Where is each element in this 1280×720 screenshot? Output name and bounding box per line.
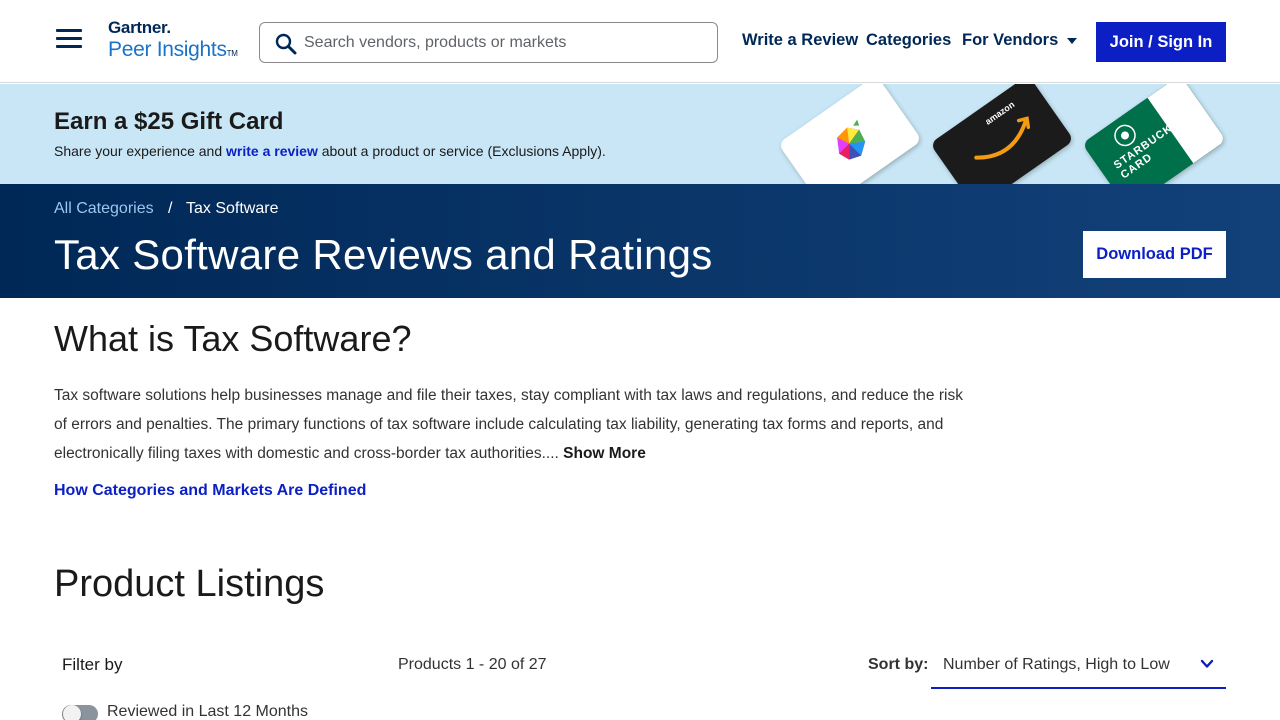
search-icon	[275, 33, 297, 55]
what-is-heading: What is Tax Software?	[54, 318, 412, 359]
apple-gift-card	[777, 84, 923, 184]
menu-icon[interactable]	[56, 29, 82, 49]
product-listings-heading: Product Listings	[54, 563, 325, 605]
starbucks-gift-card: STARBUCKS CARD	[1081, 84, 1227, 184]
promo-text: Share your experience and write a review…	[54, 143, 606, 159]
category-description: Tax software solutions help businesses m…	[54, 381, 974, 468]
toggle-knob	[63, 705, 81, 720]
filter-by-label: Filter by	[62, 655, 123, 674]
nav-write-a-review[interactable]: Write a Review	[742, 31, 858, 50]
category-header: All Categories / Tax Software Tax Softwa…	[0, 184, 1280, 298]
join-sign-in-button[interactable]: Join / Sign In	[1096, 22, 1226, 62]
write-review-link[interactable]: write a review	[226, 143, 318, 159]
promo-text-before: Share your experience and	[54, 143, 226, 159]
product-count: Products 1 - 20 of 27	[398, 656, 547, 673]
gartner-peer-insights-logo[interactable]: Gartner. Peer InsightsTM	[108, 18, 238, 66]
nav-for-vendors[interactable]: For Vendors	[962, 31, 1078, 50]
search-input[interactable]	[304, 31, 704, 55]
amazon-gift-card: amazon	[929, 84, 1075, 184]
breadcrumb-all-categories[interactable]: All Categories	[54, 200, 154, 218]
site-header: Gartner. Peer InsightsTM Write a Review …	[0, 0, 1280, 83]
breadcrumb-separator: /	[168, 200, 173, 217]
page-title: Tax Software Reviews and Ratings	[54, 231, 713, 278]
search-box[interactable]	[259, 22, 718, 63]
how-categories-defined-link[interactable]: How Categories and Markets Are Defined	[54, 482, 366, 500]
promo-title: Earn a $25 Gift Card	[54, 108, 284, 135]
starbucks-logo-icon	[1114, 124, 1136, 147]
reviewed-last-12-months-label: Reviewed in Last 12 Months	[107, 703, 308, 720]
sort-value: Number of Ratings, High to Low	[943, 656, 1170, 673]
sort-dropdown[interactable]: Number of Ratings, High to Low	[931, 643, 1226, 689]
nav-for-vendors-label: For Vendors	[962, 31, 1059, 49]
sort-by-label: Sort by:	[868, 656, 929, 673]
logo-tm: TM	[226, 49, 238, 58]
nav-categories[interactable]: Categories	[866, 31, 951, 50]
show-more-link[interactable]: Show More	[563, 445, 646, 462]
download-pdf-button[interactable]: Download PDF	[1083, 231, 1226, 278]
promo-text-after: about a product or service (Exclusions A…	[317, 143, 606, 159]
breadcrumb-current: Tax Software	[186, 200, 279, 217]
description-text: Tax software solutions help businesses m…	[54, 387, 963, 462]
chevron-down-icon	[1200, 659, 1214, 668]
amazon-smile-icon	[974, 116, 1031, 160]
logo-gartner-text: Gartner.	[108, 18, 171, 37]
logo-peer-insights-text: Peer Insights	[108, 38, 227, 61]
reviewed-last-12-months-toggle[interactable]	[62, 705, 98, 720]
apple-logo-icon	[837, 119, 866, 160]
gift-card-banner: Earn a $25 Gift Card Share your experien…	[0, 84, 1280, 184]
caret-down-icon	[1067, 37, 1078, 44]
